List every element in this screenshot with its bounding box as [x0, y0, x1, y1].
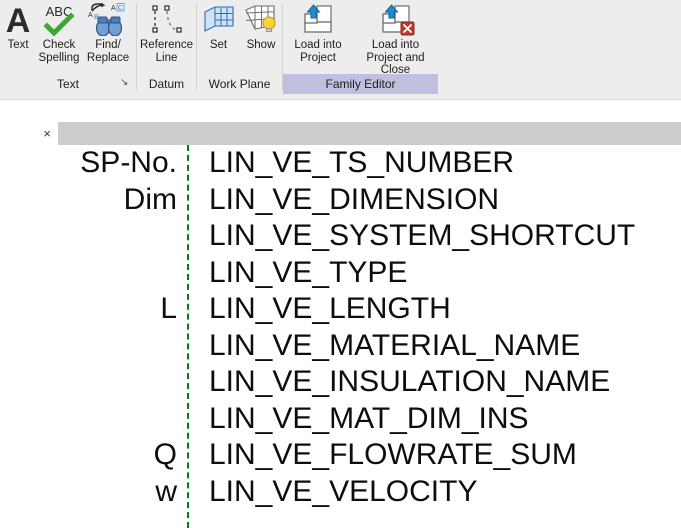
- parameter-row: LIN_VE_INSULATION_NAME: [0, 364, 681, 401]
- tab-strip-empty-area: [58, 122, 681, 145]
- parameter-row: LIN_VE_SYSTEM_SHORTCUT: [0, 218, 681, 255]
- load-into-project-button-label: Load into Project: [294, 39, 342, 64]
- parameter-name-label[interactable]: LIN_VE_MAT_DIM_INS: [209, 401, 529, 438]
- parameter-name-label[interactable]: LIN_VE_MATERIAL_NAME: [209, 328, 580, 365]
- set-button[interactable]: Set: [197, 2, 240, 52]
- panel-label-text: Text: [56, 77, 79, 91]
- parameter-symbol-label[interactable]: Dim: [17, 182, 177, 219]
- parameter-name-label[interactable]: LIN_VE_TYPE: [209, 255, 407, 292]
- label-rows: SP-No. LIN_VE_TS_NUMBER Dim LIN_VE_DIMENSIO…: [0, 145, 681, 510]
- parameter-name-label[interactable]: LIN_VE_VELOCITY: [209, 474, 477, 511]
- drawing-canvas[interactable]: SP-No. LIN_VE_TS_NUMBER Dim LIN_VE_DIMENSIO…: [0, 145, 681, 528]
- parameter-symbol-label[interactable]: Q: [17, 437, 177, 474]
- find-replace-button-label: Find/ Replace: [86, 39, 130, 64]
- svg-text:A: A: [111, 5, 116, 12]
- parameter-row: L LIN_VE_LENGTH: [0, 291, 681, 328]
- close-icon[interactable]: ×: [43, 127, 51, 140]
- load-into-project-icon: [283, 2, 353, 36]
- check-spelling-button[interactable]: ABC Check Spelling: [34, 2, 84, 64]
- view-tab-active[interactable]: ×: [0, 122, 58, 145]
- reference-line-button[interactable]: Reference Line: [137, 2, 196, 64]
- parameter-name-label[interactable]: LIN_VE_TS_NUMBER: [209, 145, 514, 182]
- parameter-row: LIN_VE_TYPE: [0, 255, 681, 292]
- parameter-name-label[interactable]: LIN_VE_LENGTH: [209, 291, 451, 328]
- svg-text:A: A: [88, 12, 93, 19]
- parameter-name-label[interactable]: LIN_VE_INSULATION_NAME: [209, 364, 610, 401]
- reference-line-icon: [137, 2, 196, 36]
- load-into-project-and-close-button[interactable]: Load into Project and Close: [353, 2, 438, 77]
- text-button[interactable]: A Text: [2, 2, 34, 52]
- load-into-project-button[interactable]: Load into Project: [283, 2, 353, 64]
- abc-checkmark-icon: ABC: [34, 2, 84, 37]
- reference-line-button-label: Reference Line: [139, 39, 194, 64]
- load-into-project-and-close-button-label: Load into Project and Close: [366, 39, 425, 76]
- ribbon-panel-datum: Reference Line: [137, 0, 196, 72]
- parameter-row: SP-No. LIN_VE_TS_NUMBER: [0, 145, 681, 182]
- show-button-label: Show: [246, 39, 276, 51]
- text-panel-dialog-launcher-icon[interactable]: ↘: [120, 78, 128, 88]
- ribbon-bottom-border: [0, 99, 681, 100]
- parameter-name-label[interactable]: LIN_VE_DIMENSION: [209, 182, 499, 219]
- find-replace-button[interactable]: A B A C Find/ Replace: [84, 2, 132, 64]
- parameter-row: w LIN_VE_VELOCITY: [0, 474, 681, 511]
- parameter-symbol-label[interactable]: SP-No.: [17, 145, 177, 182]
- text-button-label: Text: [7, 39, 29, 51]
- ribbon-panel-text: A Text ABC Check Spelling A B A C Find/ …: [0, 0, 136, 72]
- svg-text:A: A: [6, 2, 31, 36]
- ribbon-panels: A Text ABC Check Spelling A B A C Find/ …: [0, 0, 681, 90]
- parameter-name-label[interactable]: LIN_VE_SYSTEM_SHORTCUT: [209, 218, 635, 255]
- parameter-row: Q LIN_VE_FLOWRATE_SUM: [0, 437, 681, 474]
- check-spelling-button-label: Check Spelling: [38, 39, 80, 64]
- ribbon-panel-family-editor: Load into Project Load into Project and …: [283, 0, 438, 76]
- svg-text:C: C: [118, 5, 123, 12]
- parameter-name-label[interactable]: LIN_VE_FLOWRATE_SUM: [209, 437, 577, 474]
- panel-label-datum: Datum: [148, 77, 185, 91]
- work-plane-set-icon: [197, 2, 240, 36]
- parameter-row: LIN_VE_MATERIAL_NAME: [0, 328, 681, 365]
- parameter-row: Dim LIN_VE_DIMENSION: [0, 182, 681, 219]
- ribbon: A Text ABC Check Spelling A B A C Find/ …: [0, 0, 681, 100]
- binoculars-icon: A B A C: [84, 2, 132, 37]
- panel-label-work-plane: Work Plane: [208, 77, 271, 91]
- show-button[interactable]: Show: [240, 2, 282, 52]
- parameter-symbol-label[interactable]: L: [17, 291, 177, 328]
- parameter-row: LIN_VE_MAT_DIM_INS: [0, 401, 681, 438]
- letter-a-icon: A: [2, 2, 34, 40]
- panel-label-family-editor: Family Editor: [283, 74, 438, 94]
- ribbon-panel-work-plane: Set Show: [197, 0, 282, 72]
- work-plane-show-icon: [240, 2, 282, 36]
- set-button-label: Set: [209, 39, 228, 51]
- parameter-symbol-label[interactable]: w: [17, 474, 177, 511]
- view-tab-strip: ×: [0, 122, 681, 145]
- load-into-project-close-icon: [353, 2, 438, 36]
